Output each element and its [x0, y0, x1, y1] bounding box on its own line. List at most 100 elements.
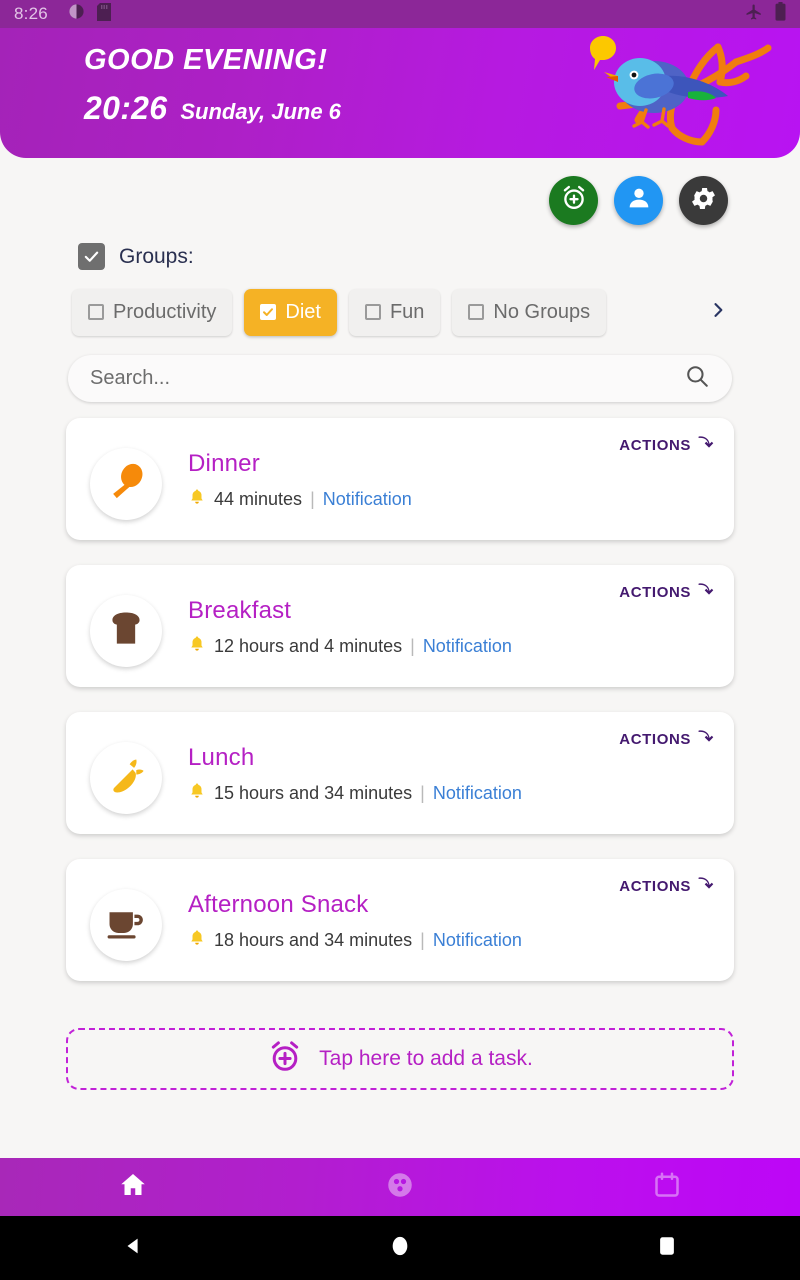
- android-home-button[interactable]: [267, 1233, 534, 1264]
- sd-card-icon: [96, 2, 111, 26]
- checkbox-unchecked-icon: [88, 304, 104, 320]
- home-icon: [118, 1170, 148, 1205]
- task-time: 44 minutes: [214, 489, 303, 509]
- quick-actions-row: [549, 176, 728, 225]
- bread-icon: [104, 607, 148, 656]
- task-card-body: Dinner 44 minutes | Notification: [66, 448, 412, 520]
- meta-separator: |: [420, 930, 425, 950]
- add-alarm-button[interactable]: [549, 176, 598, 225]
- status-bar: 8:26: [0, 0, 800, 28]
- status-bar-left-icons: [68, 2, 111, 26]
- task-card-body: Breakfast 12 hours and 4 minutes | Notif…: [66, 595, 512, 667]
- groups-label: Groups:: [119, 244, 194, 268]
- task-card-body: Lunch 15 hours and 34 minutes | Notifica…: [66, 742, 522, 814]
- android-back-button[interactable]: [0, 1234, 267, 1263]
- search-icon[interactable]: [684, 363, 710, 394]
- coffee-cup-icon: [103, 900, 149, 951]
- group-chip-label: No Groups: [493, 300, 591, 323]
- meta-separator: |: [420, 783, 425, 803]
- curved-arrow-icon: [694, 432, 716, 459]
- task-text: Lunch 15 hours and 34 minutes | Notifica…: [188, 744, 522, 805]
- greeting-header: GOOD EVENING! 20:26 Sunday, June 6: [0, 28, 800, 158]
- meta-separator: |: [410, 636, 415, 656]
- recents-square-icon: [656, 1233, 678, 1264]
- task-title: Afternoon Snack: [188, 891, 369, 918]
- current-time: 20:26: [84, 90, 168, 126]
- nav-item-home[interactable]: [0, 1170, 267, 1205]
- curved-arrow-icon: [694, 579, 716, 606]
- status-bar-right-icons: [745, 2, 786, 26]
- task-actions-button[interactable]: ACTIONS: [619, 432, 716, 459]
- task-meta: 18 hours and 34 minutes | Notification: [188, 929, 522, 952]
- task-title: Dinner: [188, 450, 260, 477]
- checkbox-checked-icon: [260, 304, 277, 320]
- group-chip-diet[interactable]: Diet: [244, 288, 337, 336]
- task-time: 18 hours and 34 minutes: [214, 930, 413, 950]
- groups-header[interactable]: Groups:: [78, 243, 194, 270]
- battery-icon: [775, 2, 786, 26]
- checkbox-unchecked-icon: [468, 304, 485, 320]
- task-card[interactable]: ACTIONS Lunch 15 hours and 34 minutes | …: [66, 712, 734, 834]
- groups-circle-icon: [385, 1170, 415, 1205]
- groups-checkbox[interactable]: [78, 243, 105, 270]
- settings-button[interactable]: [679, 176, 728, 225]
- task-actions-button[interactable]: ACTIONS: [619, 579, 716, 606]
- task-meta: 44 minutes | Notification: [188, 488, 412, 511]
- nav-item-groups[interactable]: [267, 1170, 534, 1205]
- search-input[interactable]: Search...: [90, 367, 684, 390]
- task-time: 12 hours and 4 minutes: [214, 636, 403, 656]
- group-chip-label: Diet: [285, 300, 321, 323]
- task-card[interactable]: ACTIONS Afternoon Snack 18 hours and 34 …: [66, 859, 734, 981]
- meta-separator: |: [310, 489, 315, 509]
- task-avatar: [90, 595, 162, 667]
- actions-label: ACTIONS: [619, 584, 691, 601]
- checkbox-unchecked-icon: [364, 304, 381, 320]
- task-avatar: [90, 889, 162, 961]
- group-chip-productivity[interactable]: Productivity: [72, 288, 233, 336]
- airplane-mode-icon: [745, 3, 763, 26]
- alarm-plus-icon: [267, 1039, 303, 1080]
- search-bar[interactable]: Search...: [68, 355, 732, 402]
- app-root: 8:26 GOOD EVENING! 20:26 Sunday, June 6: [0, 0, 800, 1280]
- task-text: Dinner 44 minutes | Notification: [188, 450, 412, 511]
- bell-icon: [188, 488, 206, 511]
- profile-button[interactable]: [614, 176, 663, 225]
- task-notification-link[interactable]: Notification: [433, 783, 522, 804]
- greeting-text: GOOD EVENING!: [84, 44, 328, 76]
- actions-label: ACTIONS: [619, 878, 691, 895]
- android-recents-button[interactable]: [533, 1233, 800, 1264]
- task-notification-link[interactable]: Notification: [423, 636, 512, 657]
- chevron-right-icon[interactable]: [708, 296, 728, 329]
- curved-arrow-icon: [694, 726, 716, 753]
- actions-label: ACTIONS: [619, 731, 691, 748]
- calendar-icon: [652, 1170, 682, 1205]
- group-chip-label: Fun: [389, 300, 425, 323]
- task-title: Breakfast: [188, 597, 292, 624]
- group-chip-fun[interactable]: Fun: [348, 288, 441, 336]
- group-chip-label: Productivity: [113, 300, 217, 323]
- task-actions-button[interactable]: ACTIONS: [619, 873, 716, 900]
- gear-icon: [689, 184, 718, 218]
- home-circle-icon: [389, 1233, 411, 1264]
- task-actions-button[interactable]: ACTIONS: [619, 726, 716, 753]
- person-icon: [625, 184, 653, 217]
- current-date: Sunday, June 6: [180, 99, 341, 124]
- bell-icon: [188, 635, 206, 658]
- group-chip-no-groups[interactable]: No Groups: [452, 288, 607, 336]
- add-task-button[interactable]: Tap here to add a task.: [66, 1028, 734, 1090]
- task-card[interactable]: ACTIONS Breakfast 12 hours and 4 minutes…: [66, 565, 734, 687]
- add-task-label: Tap here to add a task.: [319, 1047, 533, 1070]
- task-time: 15 hours and 34 minutes: [214, 783, 413, 803]
- task-notification-link[interactable]: Notification: [433, 930, 522, 951]
- nav-item-calendar[interactable]: [533, 1170, 800, 1205]
- contrast-icon: [68, 3, 85, 25]
- status-bar-time: 8:26: [14, 4, 48, 23]
- task-notification-link[interactable]: Notification: [323, 489, 412, 510]
- bell-icon: [188, 929, 206, 952]
- bird-on-branch-illustration: [568, 30, 778, 158]
- task-card[interactable]: ACTIONS Dinner 44 minutes | Notification: [66, 418, 734, 540]
- carrot-icon: [104, 754, 148, 803]
- actions-label: ACTIONS: [619, 437, 691, 454]
- group-chip-row[interactable]: Productivity Diet Fun No Groups: [72, 288, 732, 336]
- task-text: Breakfast 12 hours and 4 minutes | Notif…: [188, 597, 512, 658]
